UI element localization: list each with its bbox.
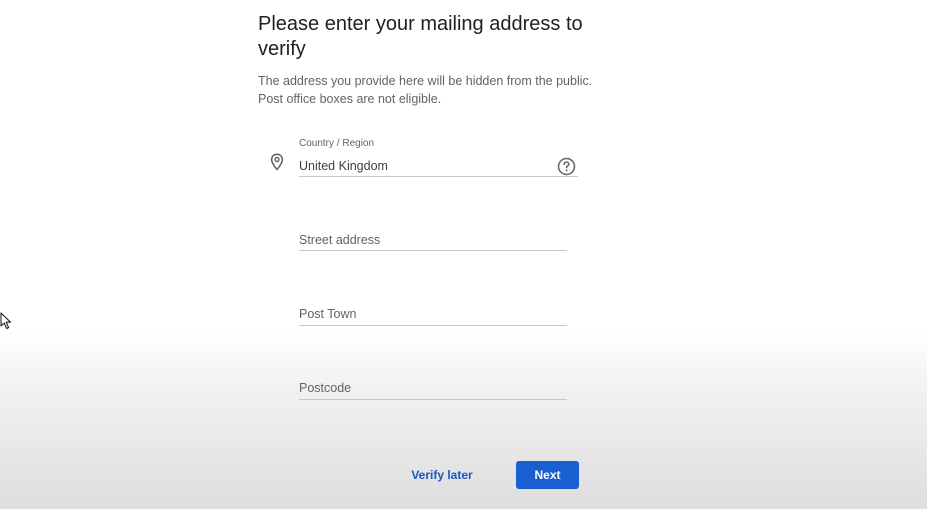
street-address-placeholder[interactable]: Street address <box>299 233 380 247</box>
postcode-placeholder[interactable]: Postcode <box>299 381 351 395</box>
postcode-field[interactable]: Postcode <box>299 380 567 402</box>
page-description: The address you provide here will be hid… <box>258 72 618 108</box>
postcode-underline <box>299 399 567 400</box>
post-town-field[interactable]: Post Town <box>299 306 567 328</box>
mouse-cursor-icon <box>0 312 12 330</box>
street-address-field[interactable]: Street address <box>299 232 567 254</box>
street-address-underline <box>299 250 567 251</box>
post-town-placeholder[interactable]: Post Town <box>299 307 356 321</box>
page-title: Please enter your mailing address to ver… <box>258 13 583 60</box>
country-region-value[interactable]: United Kingdom <box>299 159 388 173</box>
help-circle-icon[interactable] <box>557 157 576 176</box>
country-region-label: Country / Region <box>299 138 375 149</box>
location-pin-icon <box>270 153 284 171</box>
next-button[interactable]: Next <box>516 461 579 489</box>
country-region-underline <box>299 176 578 177</box>
verify-later-button[interactable]: Verify later <box>404 462 480 488</box>
description-line-1: The address you provide here will be hid… <box>258 74 593 88</box>
description-line-2: Post office boxes are not eligible. <box>258 92 442 106</box>
country-region-select[interactable]: Country / Region United Kingdom <box>299 138 578 180</box>
post-town-underline <box>299 325 567 326</box>
